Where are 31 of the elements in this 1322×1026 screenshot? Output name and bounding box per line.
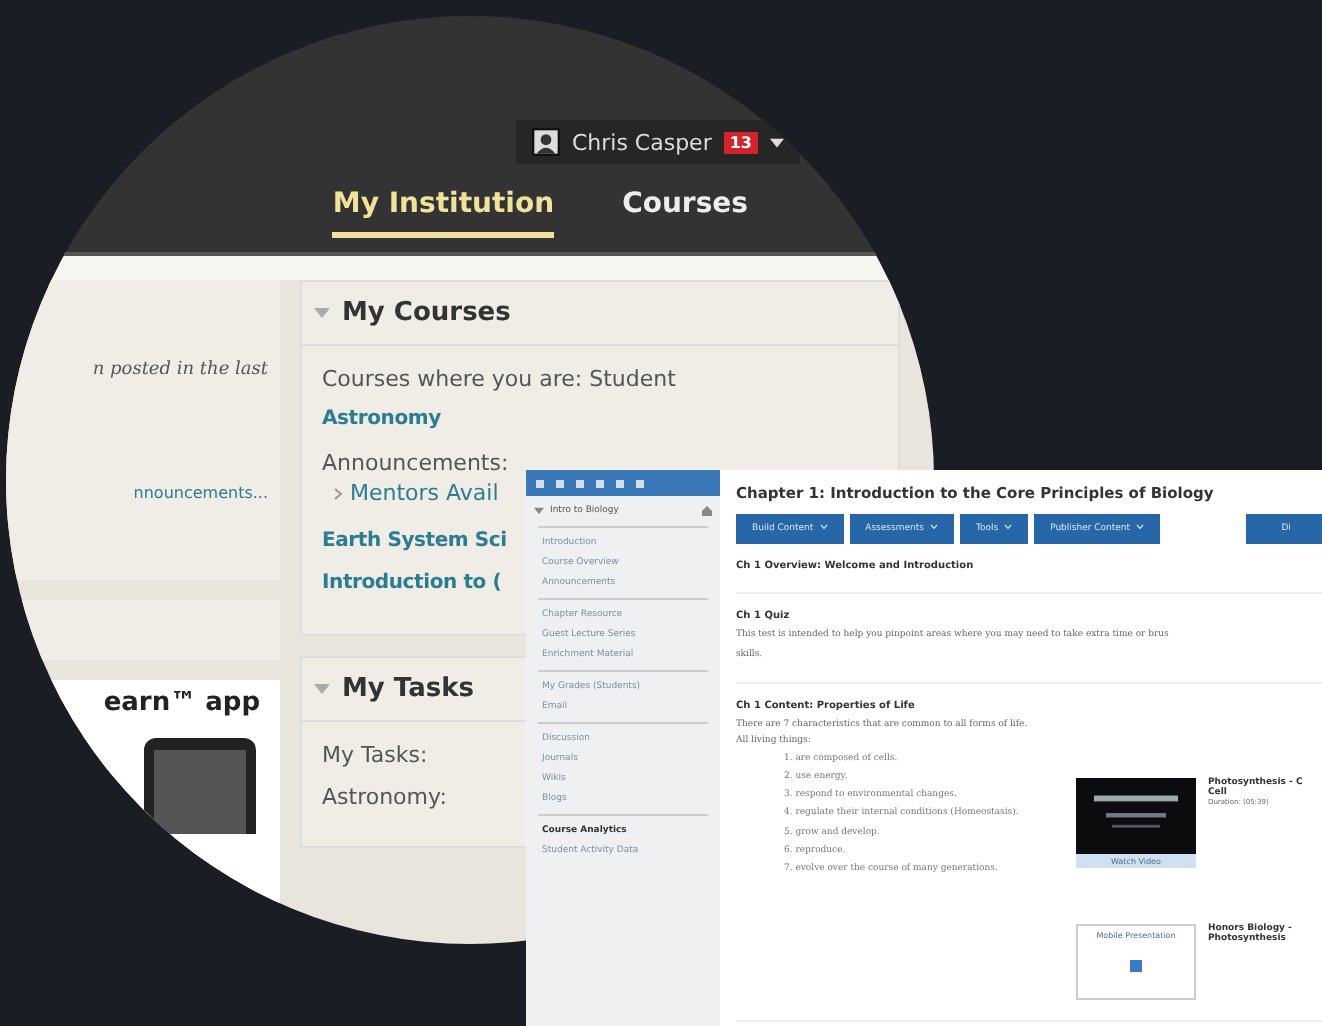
task-text: Astronomy:	[322, 784, 447, 810]
user-menu[interactable]: Chris Casper 13	[515, 120, 800, 164]
nav-tab[interactable]: My Institution	[332, 188, 555, 238]
course-link[interactable]: Astronomy	[322, 408, 441, 430]
chevron-icon	[334, 487, 342, 499]
collapse-icon[interactable]	[314, 305, 330, 321]
caret-icon	[929, 524, 938, 531]
notice-text: n posted in the last	[92, 360, 268, 380]
home-icon[interactable]	[702, 506, 712, 516]
caret-icon	[819, 524, 828, 531]
phone-icon	[140, 734, 260, 834]
course-link[interactable]: Introduction to (	[322, 572, 502, 594]
role-text: Courses where you are: Student	[322, 366, 676, 392]
course-link[interactable]: Earth System Sci	[322, 530, 507, 552]
caret-icon	[1136, 524, 1145, 531]
announcement-link[interactable]: Mentors Avail	[350, 480, 499, 506]
collapse-icon[interactable]	[534, 506, 544, 516]
caret-icon	[770, 137, 784, 147]
announcements-link[interactable]: nnouncements...	[133, 484, 268, 502]
module-title: My Tasks	[342, 674, 475, 704]
slide-icon	[1130, 960, 1142, 973]
module-title: My Courses	[342, 298, 511, 328]
task-text: My Tasks:	[322, 742, 428, 768]
caret-icon	[1004, 524, 1013, 531]
promo-title: earn™ app	[103, 688, 260, 718]
person-icon	[531, 128, 560, 156]
user-name: Chris Casper	[571, 129, 712, 155]
announcements-label: Announcements:	[322, 450, 509, 476]
collapse-icon[interactable]	[314, 681, 330, 697]
notification-count: 13	[723, 131, 758, 153]
nav-tab[interactable]: Courses	[622, 188, 748, 238]
